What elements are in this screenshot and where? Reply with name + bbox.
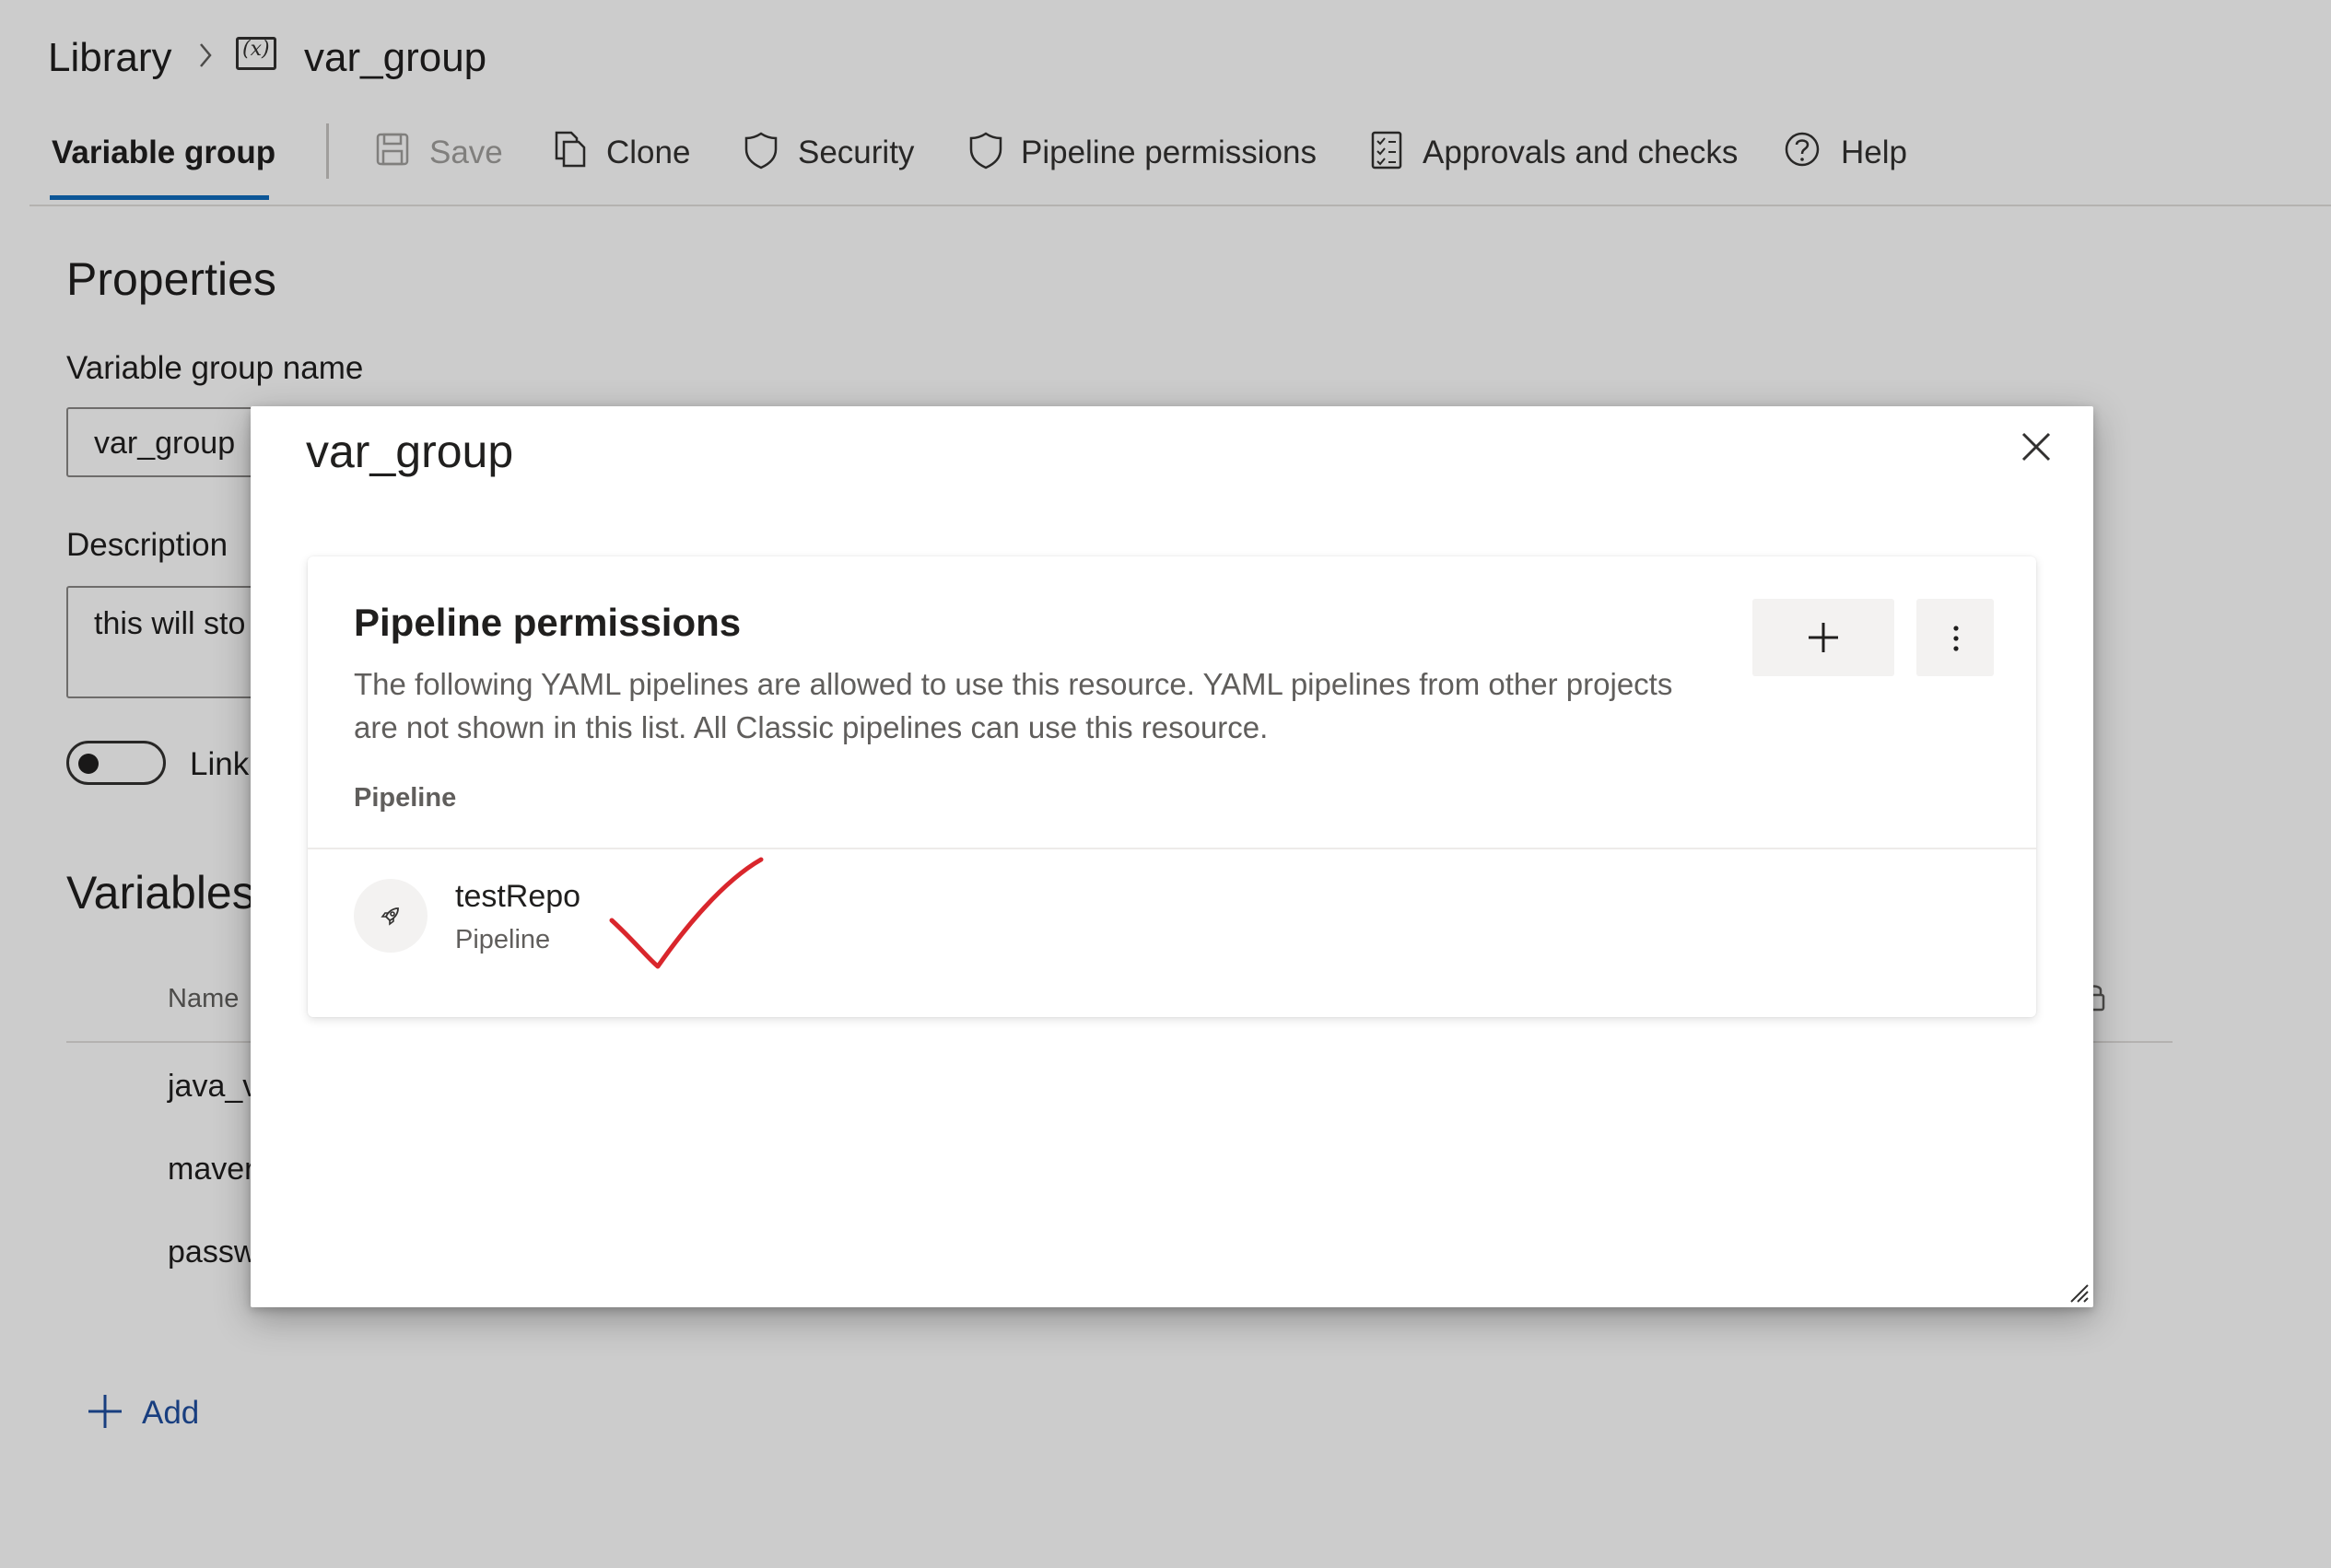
card-description-line2: are not shown in this list. All Classic … xyxy=(354,710,1269,744)
resize-grip-icon[interactable] xyxy=(2067,1281,2090,1308)
more-options-button[interactable] xyxy=(1916,599,1994,676)
card-description-line1: The following YAML pipelines are allowed… xyxy=(354,667,1673,701)
checkmark-annotation-icon xyxy=(606,852,772,978)
pipeline-avatar xyxy=(354,879,428,953)
card-title: Pipeline permissions xyxy=(354,601,742,644)
plus-icon xyxy=(1805,619,1842,661)
pipeline-row[interactable]: testRepo Pipeline xyxy=(308,849,2036,988)
add-pipeline-button[interactable] xyxy=(1752,599,1894,676)
dialog-title: var_group xyxy=(306,426,514,477)
pipeline-permissions-dialog: var_group Pipeline permissions The follo… xyxy=(251,406,2093,1307)
pipeline-column-header: Pipeline xyxy=(354,783,457,813)
rocket-icon xyxy=(380,905,402,931)
close-icon[interactable] xyxy=(2016,427,2056,467)
more-icon xyxy=(1953,625,1959,655)
pipeline-name[interactable]: testRepo xyxy=(455,879,580,915)
pipeline-type: Pipeline xyxy=(455,925,551,954)
pipeline-permissions-card: Pipeline permissions The following YAML … xyxy=(308,556,2036,1017)
